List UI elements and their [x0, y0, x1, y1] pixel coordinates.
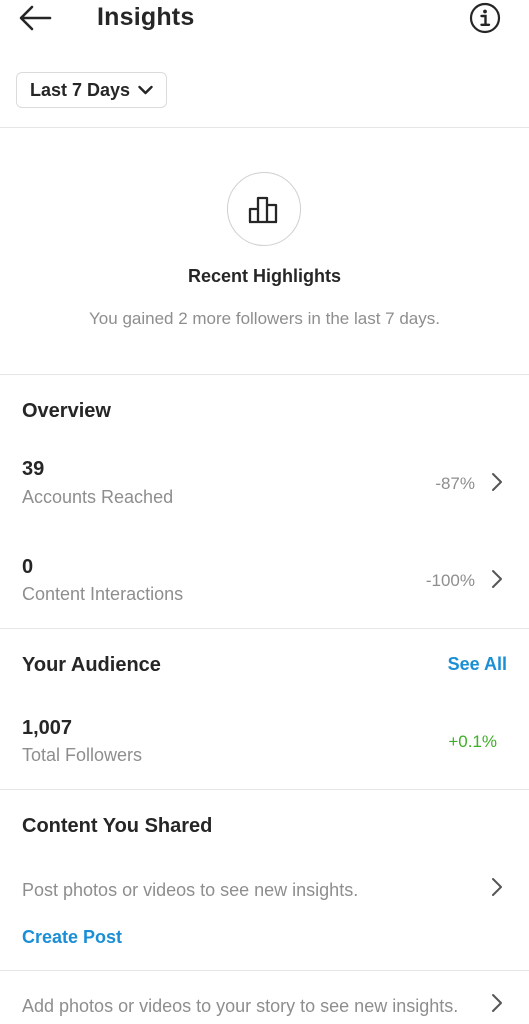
overview-title: Overview	[22, 400, 111, 422]
content-shared-title: Content You Shared	[22, 815, 213, 837]
content-interactions-label: Content Interactions	[22, 584, 184, 604]
bar-chart-icon	[248, 196, 278, 224]
back-button[interactable]	[18, 2, 58, 34]
page-title: Insights	[97, 3, 195, 31]
total-followers-label: Total Followers	[22, 745, 143, 765]
metric-row-total-followers[interactable]: 1,007 Total Followers +0.1%	[0, 705, 529, 780]
posts-insights-row[interactable]: Post photos or videos to see new insight…	[0, 866, 529, 910]
create-post-button[interactable]: Create Post	[22, 927, 122, 948]
posts-hint: Post photos or videos to see new insight…	[22, 880, 359, 900]
chevron-right-icon	[492, 473, 502, 491]
metric-row-accounts-reached[interactable]: 39 Accounts Reached -87%	[0, 445, 529, 525]
date-range-label: Last 7 Days	[30, 79, 131, 100]
story-insights-row[interactable]: Add photos or videos to your story to se…	[0, 984, 529, 1024]
chevron-right-icon	[492, 994, 502, 1012]
top-bar: Insights	[0, 0, 529, 40]
divider	[0, 789, 529, 790]
chevron-right-icon	[492, 878, 502, 896]
see-all-link[interactable]: See All	[448, 654, 507, 675]
highlights-title: Recent Highlights	[187, 266, 341, 286]
divider	[0, 970, 529, 971]
content-interactions-value: 0	[22, 556, 34, 578]
accounts-reached-delta: -87%	[435, 474, 475, 493]
accounts-reached-value: 39	[22, 458, 45, 480]
content-interactions-delta: -100%	[425, 571, 475, 590]
chevron-right-icon	[492, 570, 502, 588]
metric-row-content-interactions[interactable]: 0 Content Interactions -100%	[0, 543, 529, 623]
chevron-down-icon	[138, 85, 153, 95]
divider	[0, 628, 529, 629]
highlights-badge	[227, 172, 301, 246]
total-followers-delta: +0.1%	[448, 732, 497, 751]
info-button[interactable]	[469, 2, 501, 34]
arrow-left-icon	[19, 5, 52, 31]
story-hint: Add photos or videos to your story to se…	[22, 996, 459, 1016]
divider	[0, 374, 529, 375]
total-followers-value: 1,007	[22, 717, 73, 739]
highlights-subtitle: You gained 2 more followers in the last …	[89, 309, 440, 328]
date-range-dropdown[interactable]: Last 7 Days	[16, 72, 168, 108]
divider	[0, 127, 529, 128]
accounts-reached-label: Accounts Reached	[22, 487, 174, 507]
info-circle-icon	[469, 2, 501, 34]
audience-title: Your Audience	[22, 654, 161, 676]
